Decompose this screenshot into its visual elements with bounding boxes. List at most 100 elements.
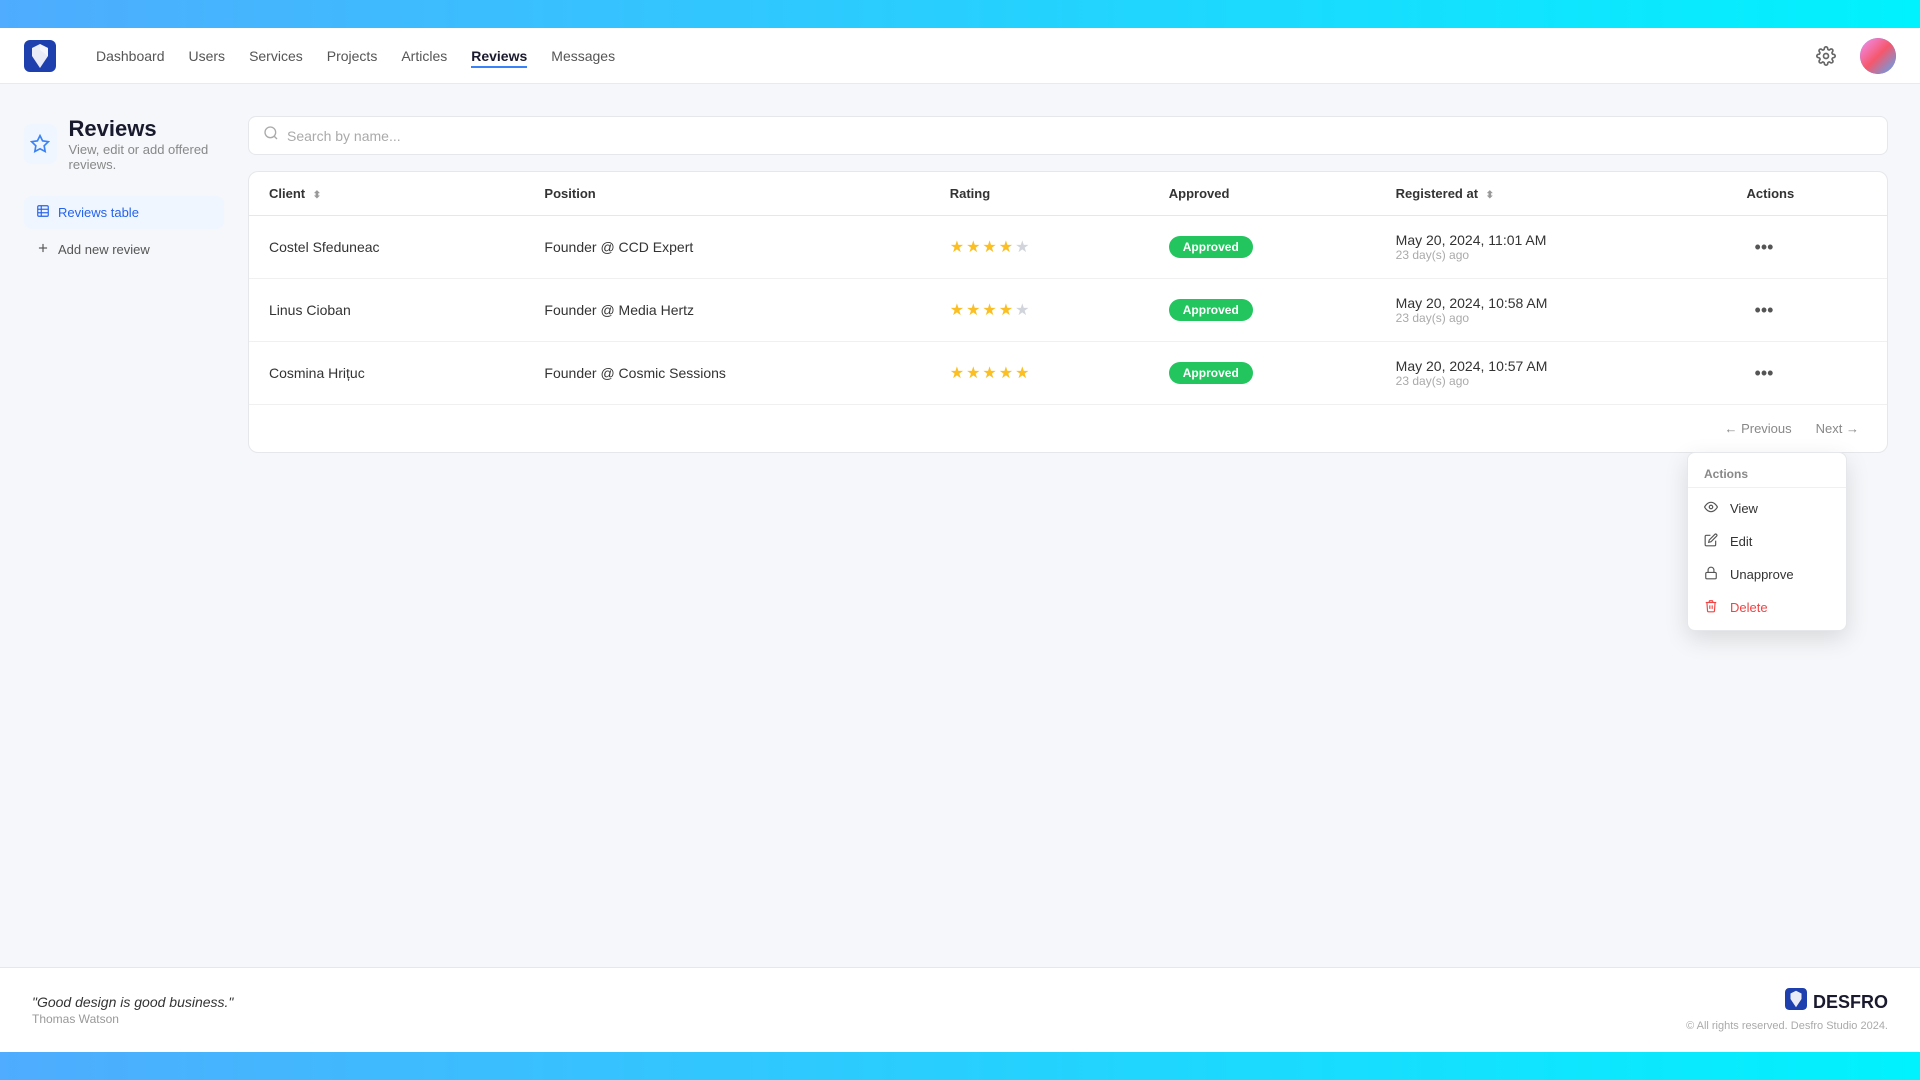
search-icon bbox=[263, 125, 279, 146]
sidebar: Reviews View, edit or add offered review… bbox=[24, 116, 224, 935]
nav-link-projects[interactable]: Projects bbox=[327, 44, 378, 68]
registered-date-2: May 20, 2024, 10:58 AM bbox=[1396, 295, 1707, 311]
main-content: Reviews View, edit or add offered review… bbox=[0, 84, 1920, 967]
sort-registered-icon: ⬍ bbox=[1486, 190, 1494, 201]
table-body: Costel Sfeduneac Founder @ CCD Expert ★ … bbox=[249, 216, 1887, 405]
nav-link-dashboard[interactable]: Dashboard bbox=[96, 44, 165, 68]
lock-icon bbox=[1704, 566, 1720, 583]
pagination: ← Previous Next → bbox=[249, 404, 1887, 452]
star-2-3: ★ bbox=[982, 300, 996, 320]
settings-button[interactable] bbox=[1808, 38, 1844, 74]
actions-1: ••• bbox=[1727, 216, 1887, 279]
table-area: Client ⬍ Position Rating Approved bbox=[248, 116, 1888, 935]
star-3-5: ★ bbox=[1015, 363, 1029, 383]
registered-3: May 20, 2024, 10:57 AM 23 day(s) ago bbox=[1376, 342, 1727, 405]
nav-logo[interactable] bbox=[24, 40, 56, 72]
nav-link-messages[interactable]: Messages bbox=[551, 44, 615, 68]
col-registered-at[interactable]: Registered at ⬍ bbox=[1376, 172, 1727, 216]
approved-badge-1: Approved bbox=[1169, 236, 1253, 258]
col-approved: Approved bbox=[1149, 172, 1376, 216]
star-3-4: ★ bbox=[999, 363, 1013, 383]
footer-author: Thomas Watson bbox=[32, 1012, 233, 1026]
registered-date-1: May 20, 2024, 11:01 AM bbox=[1396, 232, 1707, 248]
approved-3: Approved bbox=[1149, 342, 1376, 405]
client-name-1: Costel Sfeduneac bbox=[249, 216, 524, 279]
user-avatar[interactable] bbox=[1860, 38, 1896, 74]
bottom-gradient-bar bbox=[0, 1052, 1920, 1080]
footer-copyright: © All rights reserved. Desfro Studio 202… bbox=[1686, 1020, 1888, 1032]
col-rating-label: Rating bbox=[950, 186, 990, 201]
edit-icon bbox=[1704, 533, 1720, 550]
registered-ago-1: 23 day(s) ago bbox=[1396, 248, 1707, 262]
col-client[interactable]: Client ⬍ bbox=[249, 172, 524, 216]
actions-3: ••• bbox=[1727, 342, 1887, 405]
approved-1: Approved bbox=[1149, 216, 1376, 279]
stars-1: ★ ★ ★ ★ ★ bbox=[950, 237, 1129, 257]
col-client-label: Client bbox=[269, 186, 305, 201]
sidebar-item-reviews-table-label: Reviews table bbox=[58, 205, 139, 220]
sidebar-menu: Reviews table Add new review bbox=[24, 196, 224, 266]
navbar: Dashboard Users Services Projects Articl… bbox=[0, 28, 1920, 84]
registered-ago-2: 23 day(s) ago bbox=[1396, 311, 1707, 325]
approved-2: Approved bbox=[1149, 279, 1376, 342]
page-header: Reviews View, edit or add offered review… bbox=[24, 116, 224, 172]
dropdown-edit-label: Edit bbox=[1730, 534, 1752, 549]
registered-2: May 20, 2024, 10:58 AM 23 day(s) ago bbox=[1376, 279, 1727, 342]
star-2-4: ★ bbox=[999, 300, 1013, 320]
dropdown-item-edit[interactable]: Edit bbox=[1688, 525, 1846, 558]
page-title-block: Reviews View, edit or add offered review… bbox=[69, 116, 224, 172]
plus-icon bbox=[36, 241, 50, 258]
footer-quote-block: "Good design is good business." Thomas W… bbox=[32, 994, 233, 1026]
table-icon bbox=[36, 204, 50, 221]
page-subtitle: View, edit or add offered reviews. bbox=[69, 142, 224, 172]
client-name-3: Cosmina Hrițuc bbox=[249, 342, 524, 405]
star-1-2: ★ bbox=[966, 237, 980, 257]
footer-brand-name: DESFRO bbox=[1813, 992, 1888, 1013]
stars-2: ★ ★ ★ ★ ★ bbox=[950, 300, 1129, 320]
nav-link-services[interactable]: Services bbox=[249, 44, 303, 68]
star-1-4: ★ bbox=[999, 237, 1013, 257]
approved-badge-2: Approved bbox=[1169, 299, 1253, 321]
col-position: Position bbox=[524, 172, 929, 216]
actions-button-1[interactable]: ••• bbox=[1747, 233, 1782, 262]
nav-link-articles[interactable]: Articles bbox=[401, 44, 447, 68]
registered-date-3: May 20, 2024, 10:57 AM bbox=[1396, 358, 1707, 374]
table-row: Costel Sfeduneac Founder @ CCD Expert ★ … bbox=[249, 216, 1887, 279]
col-actions: Actions bbox=[1727, 172, 1887, 216]
footer-logo-icon bbox=[1785, 988, 1807, 1016]
sidebar-item-reviews-table[interactable]: Reviews table bbox=[24, 196, 224, 229]
dropdown-item-view[interactable]: View bbox=[1688, 492, 1846, 525]
position-3: Founder @ Cosmic Sessions bbox=[524, 342, 929, 405]
rating-1: ★ ★ ★ ★ ★ bbox=[930, 216, 1149, 279]
eye-icon bbox=[1704, 500, 1720, 517]
nav-link-reviews[interactable]: Reviews bbox=[471, 44, 527, 68]
prev-button[interactable]: ← Previous bbox=[1716, 417, 1799, 440]
nav-link-users[interactable]: Users bbox=[189, 44, 226, 68]
dropdown-item-unapprove[interactable]: Unapprove bbox=[1688, 558, 1846, 591]
col-registered-label: Registered at bbox=[1396, 186, 1478, 201]
star-1-5: ★ bbox=[1015, 237, 1029, 257]
footer-brand: DESFRO © All rights reserved. Desfro Stu… bbox=[1686, 988, 1888, 1032]
registered-ago-3: 23 day(s) ago bbox=[1396, 374, 1707, 388]
sort-client-icon: ⬍ bbox=[313, 190, 321, 201]
star-1-3: ★ bbox=[982, 237, 996, 257]
top-gradient-bar bbox=[0, 0, 1920, 28]
position-2: Founder @ Media Hertz bbox=[524, 279, 929, 342]
dropdown-item-delete[interactable]: Delete bbox=[1688, 591, 1846, 624]
star-3-1: ★ bbox=[950, 363, 964, 383]
actions-button-2[interactable]: ••• bbox=[1747, 296, 1782, 325]
sidebar-item-add-review[interactable]: Add new review bbox=[24, 233, 224, 266]
actions-button-3[interactable]: ••• bbox=[1747, 359, 1782, 388]
star-1-1: ★ bbox=[950, 237, 964, 257]
nav-right bbox=[1808, 38, 1896, 74]
dropdown-delete-label: Delete bbox=[1730, 600, 1768, 615]
col-actions-label: Actions bbox=[1747, 186, 1795, 201]
footer: "Good design is good business." Thomas W… bbox=[0, 967, 1920, 1052]
search-input[interactable] bbox=[287, 128, 1873, 144]
col-approved-label: Approved bbox=[1169, 186, 1230, 201]
actions-dropdown: Actions View bbox=[1687, 452, 1847, 631]
registered-1: May 20, 2024, 11:01 AM 23 day(s) ago bbox=[1376, 216, 1727, 279]
sidebar-item-add-review-label: Add new review bbox=[58, 242, 150, 257]
search-bar bbox=[248, 116, 1888, 155]
next-button[interactable]: Next → bbox=[1808, 417, 1867, 440]
